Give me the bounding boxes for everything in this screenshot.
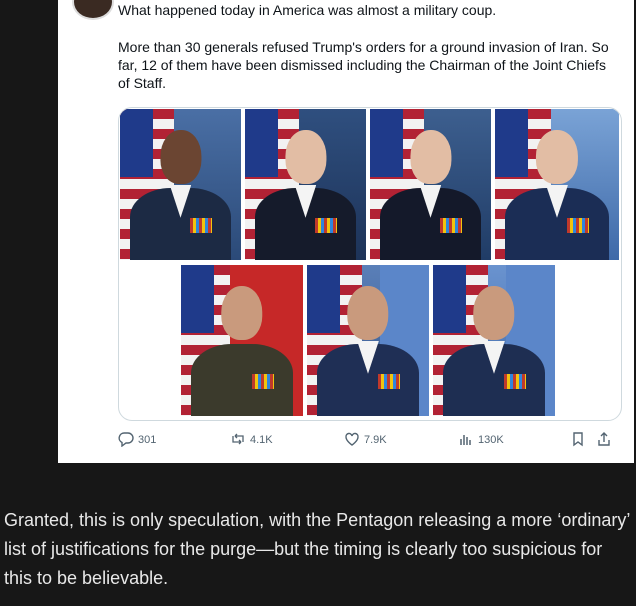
view-count: 130K [478,434,504,446]
share-icon [596,431,612,450]
bookmark-button[interactable] [570,430,586,450]
photo-officer-5[interactable] [181,265,303,416]
reply-count: 301 [138,434,157,446]
article-paragraph: Granted, this is only speculation, with … [4,510,630,588]
like-button[interactable]: 7.9K [344,430,387,450]
reply-icon [118,431,134,450]
photo-officer-1[interactable] [120,109,241,260]
repost-icon [230,431,246,450]
repost-button[interactable]: 4.1K [230,430,273,450]
share-button[interactable] [596,430,612,450]
bookmark-icon [570,431,586,450]
views-button[interactable]: 130K [458,430,504,450]
reply-button[interactable]: 301 [118,430,156,450]
like-count: 7.9K [364,434,387,446]
tweet-text: More than 30 generals refused Trump's or… [118,39,609,91]
repost-count: 4.1K [250,434,273,446]
photo-officer-7[interactable] [433,265,555,416]
photo-officer-3[interactable] [370,109,491,260]
media-grid[interactable] [118,107,622,421]
avatar[interactable] [72,0,114,20]
bar-chart-icon [458,431,474,450]
tweet-card[interactable]: What happened today in America was almos… [58,0,634,463]
action-bar: 301 4.1K 7.9K 130K [118,430,620,450]
tweet-headline: What happened today in America was almos… [118,2,497,18]
heart-icon [344,431,360,450]
photo-officer-6[interactable] [307,265,429,416]
photo-officer-2[interactable] [245,109,366,260]
photo-officer-4[interactable] [495,109,619,260]
